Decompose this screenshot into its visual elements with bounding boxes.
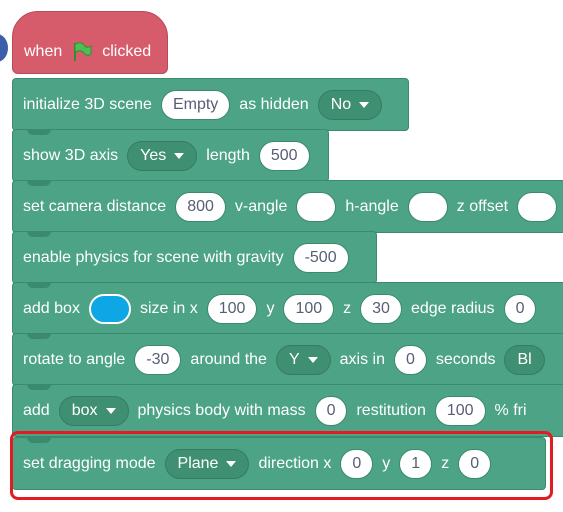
green-flag-icon <box>74 42 92 61</box>
rotate-seconds-input[interactable]: 0 <box>393 344 427 375</box>
axis-dropdown[interactable]: Y <box>275 344 331 375</box>
edge-radius-input[interactable]: 0 <box>503 293 537 324</box>
clicked-label: clicked <box>102 43 152 60</box>
highlight-box <box>10 431 553 500</box>
rotate-to-angle-block[interactable]: rotate to angle -30 around the Y axis in… <box>12 333 563 386</box>
hidden-dropdown[interactable]: No <box>317 89 383 120</box>
chevron-down-icon <box>359 101 370 108</box>
chevron-down-icon <box>105 407 116 414</box>
angle-input[interactable]: -30 <box>134 344 182 375</box>
z-offset-input[interactable] <box>517 191 558 222</box>
add-box-block[interactable]: add box size in x 100 y 100 z 30 edge ra… <box>12 282 563 335</box>
gravity-input[interactable]: -500 <box>292 242 349 273</box>
add-physics-body-block[interactable]: add box physics body with mass 0 restitu… <box>12 384 563 437</box>
camera-distance-input[interactable]: 800 <box>175 191 226 222</box>
when-flag-clicked-block[interactable]: when clicked <box>12 11 168 74</box>
axis-length-input[interactable]: 500 <box>258 140 310 171</box>
set-camera-distance-block[interactable]: set camera distance 800 v-angle h-angle … <box>12 180 563 233</box>
when-label: when <box>24 43 63 60</box>
v-angle-input[interactable] <box>296 191 337 222</box>
h-angle-input[interactable] <box>407 191 448 222</box>
show-3d-axis-block[interactable]: show 3D axis Yes length 500 <box>12 129 329 182</box>
chevron-down-icon <box>307 356 318 363</box>
chevron-down-icon <box>174 152 185 159</box>
body-type-dropdown[interactable]: box <box>58 395 129 426</box>
restitution-input[interactable]: 100 <box>434 395 486 426</box>
size-x-input[interactable]: 100 <box>206 293 258 324</box>
hat-row: when clicked <box>24 41 151 63</box>
size-y-input[interactable]: 100 <box>283 293 335 324</box>
size-z-input[interactable]: 30 <box>360 293 402 324</box>
box-color-picker[interactable] <box>88 293 131 324</box>
rotate-mode-dropdown[interactable]: Bl <box>504 344 545 375</box>
enable-physics-block[interactable]: enable physics for scene with gravity -5… <box>12 231 377 284</box>
scene-type-input[interactable]: Empty <box>160 89 231 120</box>
initialize-3d-scene-block[interactable]: initialize 3D scene Empty as hidden No <box>12 78 409 131</box>
mass-input[interactable]: 0 <box>314 395 348 426</box>
edge-badge <box>0 34 8 62</box>
show-axis-dropdown[interactable]: Yes <box>127 140 198 171</box>
